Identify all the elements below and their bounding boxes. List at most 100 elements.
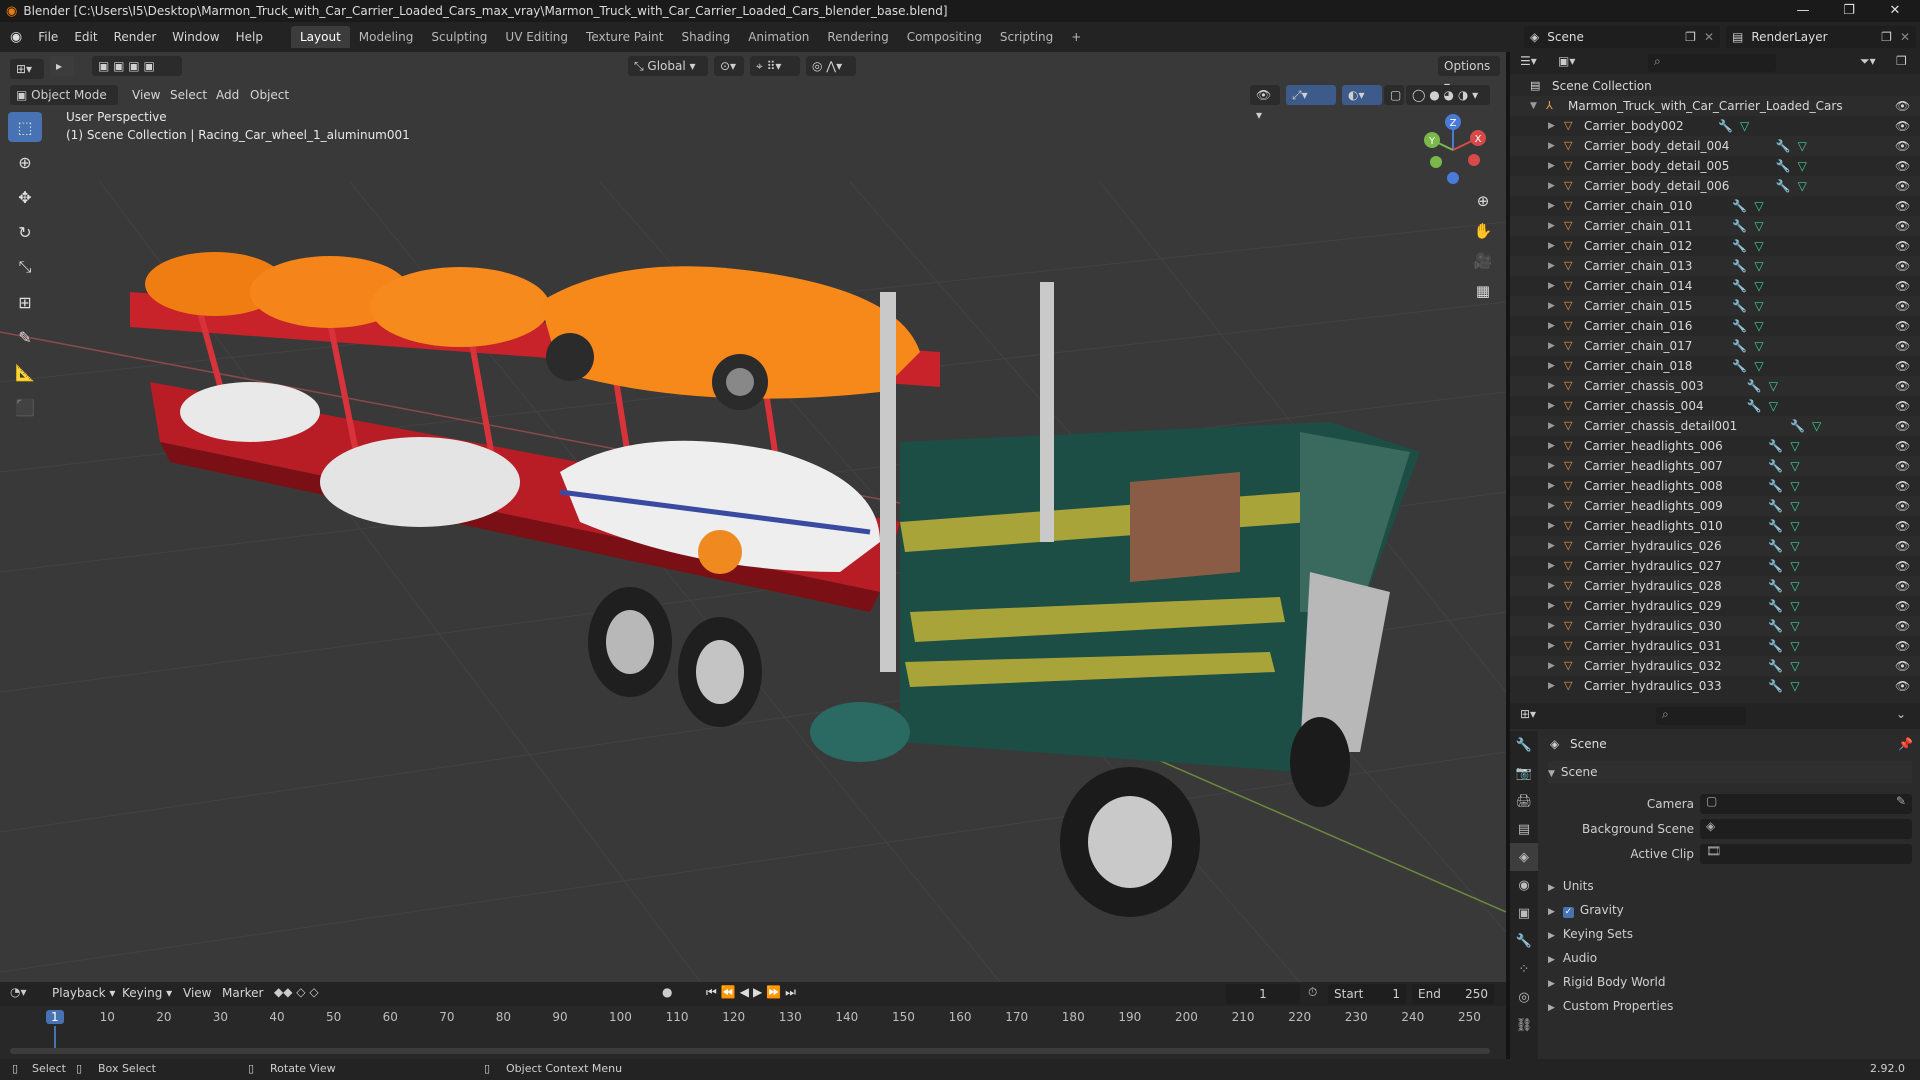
outliner-object-row[interactable]: ▶ ▽ Carrier_chain_017 🔧 ▽ 👁 <box>1510 336 1920 356</box>
outliner-search-input[interactable]: ⌕ <box>1648 54 1776 72</box>
background-scene-field[interactable]: ◈ <box>1700 819 1912 839</box>
outliner-object-row[interactable]: ▶ ▽ Carrier_headlights_006 🔧 ▽ 👁 <box>1510 436 1920 456</box>
collection-row[interactable]: ▼ ⅄ Marmon_Truck_with_Car_Carrier_Loaded… <box>1510 96 1920 116</box>
visibility-icon[interactable]: 👁▾ <box>1250 85 1280 122</box>
mesh-data-icon[interactable]: ▽ <box>1769 396 1778 416</box>
eye-icon[interactable]: 👁 <box>1895 476 1910 496</box>
add-workspace-button[interactable]: + <box>1062 26 1090 48</box>
modifier-icon[interactable]: 🔧 <box>1776 136 1791 156</box>
outliner-object-row[interactable]: ▶ ▽ Carrier_headlights_010 🔧 ▽ 👁 <box>1510 516 1920 536</box>
expand-triangle-icon[interactable]: ▶ <box>1548 276 1555 296</box>
outliner-object-row[interactable]: ▶ ▽ Carrier_chassis_004 🔧 ▽ 👁 <box>1510 396 1920 416</box>
eye-icon[interactable]: 👁 <box>1895 216 1910 236</box>
tab-compositing[interactable]: Compositing <box>898 26 991 48</box>
mesh-data-icon[interactable]: ▽ <box>1790 596 1799 616</box>
3d-viewport[interactable]: ⊞▾ ▸ ▣ ▣ ▣ ▣ ⤡ Global ▾ ⊙▾ ⌖ ⠿▾ ◎ ⋀▾ Opt… <box>0 52 1506 982</box>
modifier-icon[interactable]: 🔧 <box>1732 236 1747 256</box>
active-clip-field[interactable]: 🎞 <box>1700 844 1912 864</box>
properties-options-icon[interactable]: ⌄ <box>1896 707 1906 721</box>
outliner-object-row[interactable]: ▶ ▽ Carrier_headlights_008 🔧 ▽ 👁 <box>1510 476 1920 496</box>
playhead[interactable] <box>54 1026 56 1048</box>
modifier-icon[interactable]: 🔧 <box>1768 616 1783 636</box>
eye-icon[interactable]: 👁 <box>1895 396 1910 416</box>
modifier-icon[interactable]: 🔧 <box>1768 456 1783 476</box>
constraints-tab-icon[interactable]: ⛓ <box>1510 1011 1538 1039</box>
object-mode-dropdown[interactable]: ▣ Object Mode ▾ <box>10 85 118 122</box>
mesh-data-icon[interactable]: ▽ <box>1769 376 1778 396</box>
subpanel-header[interactable]: ▶ Units <box>1548 875 1594 897</box>
modifier-icon[interactable]: 🔧 <box>1790 416 1805 436</box>
modifier-icon[interactable]: 🔧 <box>1768 556 1783 576</box>
mesh-data-icon[interactable]: ▽ <box>1754 336 1763 356</box>
ortho-grid-icon[interactable]: ▦ <box>1470 282 1496 312</box>
scene-render[interactable] <box>0 52 1506 982</box>
mesh-data-icon[interactable]: ▽ <box>1812 416 1821 436</box>
restore-button[interactable]: ❐ <box>1826 0 1872 22</box>
rotate-tool-icon[interactable]: ↻ <box>8 217 42 247</box>
eye-icon[interactable]: 👁 <box>1895 536 1910 556</box>
expand-triangle-icon[interactable]: ▶ <box>1548 456 1555 476</box>
options-dropdown[interactable]: Options ▾ <box>1438 56 1500 93</box>
measure-tool-icon[interactable]: 📐 <box>8 357 42 387</box>
subpanel-header[interactable]: ▶ Rigid Body World <box>1548 971 1665 993</box>
world-tab-icon[interactable]: ◉ <box>1510 871 1538 899</box>
mesh-data-icon[interactable]: ▽ <box>1790 516 1799 536</box>
modifier-icon[interactable]: 🔧 <box>1768 596 1783 616</box>
modifier-icon[interactable]: 🔧 <box>1732 356 1747 376</box>
tab-uv-editing[interactable]: UV Editing <box>496 26 577 48</box>
mesh-data-icon[interactable]: ▽ <box>1790 616 1799 636</box>
transform-orientation-dropdown[interactable]: ⤡ Global ▾ <box>628 56 708 76</box>
eye-icon[interactable]: 👁 <box>1895 496 1910 516</box>
outliner-editor-icon[interactable]: ☰▾ <box>1520 54 1537 68</box>
eye-icon[interactable]: 👁 <box>1895 336 1910 356</box>
modifier-tab-icon[interactable]: 🔧 <box>1510 927 1538 955</box>
properties-editor-icon[interactable]: ⊞▾ <box>1520 707 1536 721</box>
outliner-object-row[interactable]: ▶ ▽ Carrier_body_detail_004 🔧 ▽ 👁 <box>1510 136 1920 156</box>
mesh-data-icon[interactable]: ▽ <box>1754 216 1763 236</box>
annotate-tool-icon[interactable]: ✎ <box>8 322 42 352</box>
eye-icon[interactable]: 👁 <box>1895 596 1910 616</box>
modifier-icon[interactable]: 🔧 <box>1768 516 1783 536</box>
mesh-data-icon[interactable]: ▽ <box>1790 496 1799 516</box>
outliner-object-row[interactable]: ▶ ▽ Carrier_headlights_009 🔧 ▽ 👁 <box>1510 496 1920 516</box>
mesh-data-icon[interactable]: ▽ <box>1790 656 1799 676</box>
modifier-icon[interactable]: 🔧 <box>1718 116 1733 136</box>
menu-edit[interactable]: Edit <box>66 22 105 52</box>
expand-triangle-icon[interactable]: ▶ <box>1548 156 1555 176</box>
mesh-data-icon[interactable]: ▽ <box>1754 316 1763 336</box>
modifier-icon[interactable]: 🔧 <box>1732 316 1747 336</box>
eye-icon[interactable]: 👁 <box>1895 356 1910 376</box>
expand-triangle-icon[interactable]: ▶ <box>1548 476 1555 496</box>
select-tool-icon[interactable]: ▸ <box>50 56 74 76</box>
viewport-menu-object[interactable]: Object <box>250 85 289 105</box>
scene-collection-row[interactable]: ▤ Scene Collection <box>1510 76 1920 96</box>
modifier-icon[interactable]: 🔧 <box>1776 176 1791 196</box>
timeline-scrollbar[interactable] <box>10 1048 1490 1054</box>
transform-tool-icon[interactable]: ⊞ <box>8 287 42 317</box>
eye-icon[interactable]: 👁 <box>1895 276 1910 296</box>
outliner-object-row[interactable]: ▶ ▽ Carrier_chain_013 🔧 ▽ 👁 <box>1510 256 1920 276</box>
mesh-data-icon[interactable]: ▽ <box>1754 276 1763 296</box>
outliner-object-row[interactable]: ▶ ▽ Carrier_chain_012 🔧 ▽ 👁 <box>1510 236 1920 256</box>
eye-icon[interactable]: 👁 <box>1895 456 1910 476</box>
expand-triangle-icon[interactable]: ▶ <box>1548 576 1555 596</box>
eye-icon[interactable]: 👁 <box>1895 176 1910 196</box>
pin-icon[interactable]: 📌 <box>1898 737 1913 751</box>
mesh-data-icon[interactable]: ▽ <box>1790 456 1799 476</box>
subpanel-header[interactable]: ▶ Audio <box>1548 947 1597 969</box>
outliner-object-row[interactable]: ▶ ▽ Carrier_body_detail_005 🔧 ▽ 👁 <box>1510 156 1920 176</box>
blender-menu-icon[interactable]: ◉ <box>0 29 30 45</box>
mesh-data-icon[interactable]: ▽ <box>1798 176 1807 196</box>
eye-icon[interactable]: 👁 <box>1895 636 1910 656</box>
mesh-data-icon[interactable]: ▽ <box>1790 576 1799 596</box>
mesh-data-icon[interactable]: ▽ <box>1798 136 1807 156</box>
expand-triangle-icon[interactable]: ▶ <box>1548 176 1555 196</box>
cursor-tool-icon[interactable]: ⊕ <box>8 147 42 177</box>
modifier-icon[interactable]: 🔧 <box>1732 336 1747 356</box>
mesh-data-icon[interactable]: ▽ <box>1754 236 1763 256</box>
selection-mode-icons[interactable]: ▣ ▣ ▣ ▣ <box>92 56 182 76</box>
viewport-menu-view[interactable]: View <box>132 85 160 105</box>
physics-tab-icon[interactable]: ◎ <box>1510 983 1538 1011</box>
eye-icon[interactable]: 👁 <box>1895 156 1910 176</box>
outliner-object-row[interactable]: ▶ ▽ Carrier_chain_010 🔧 ▽ 👁 <box>1510 196 1920 216</box>
